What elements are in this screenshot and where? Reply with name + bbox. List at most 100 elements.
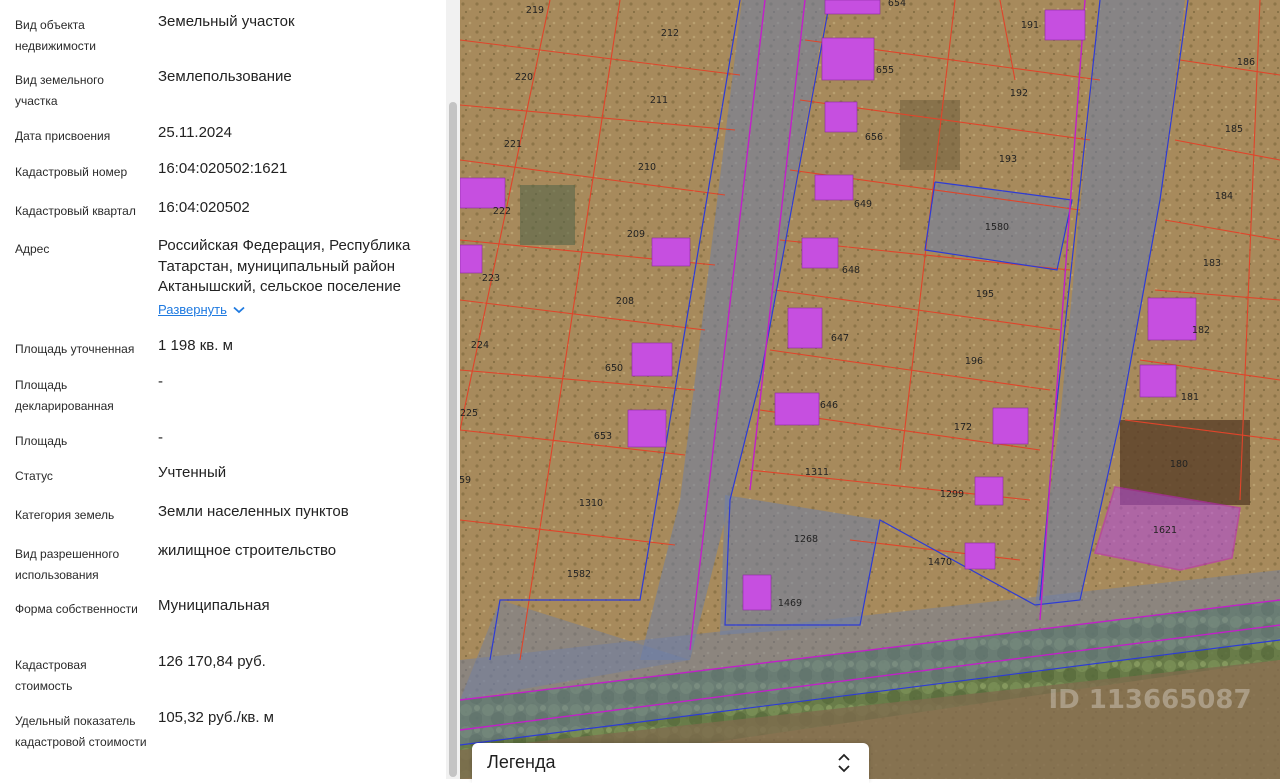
parcel-label[interactable]: 221 <box>504 139 522 150</box>
property-value: 1 198 кв. м <box>158 337 233 354</box>
parcel-label[interactable]: 209 <box>627 229 645 240</box>
parcel-label[interactable]: 183 <box>1203 258 1221 269</box>
property-value: - <box>158 373 163 390</box>
parcel-label[interactable]: 225 <box>460 408 478 419</box>
property-value: 105,32 руб./кв. м <box>158 709 274 726</box>
parcel-label[interactable]: 208 <box>616 296 634 307</box>
building <box>801 237 839 269</box>
parcel-label[interactable]: 59 <box>460 475 471 486</box>
parcel-label[interactable]: 196 <box>965 356 983 367</box>
parcel-label[interactable]: 654 <box>888 0 906 9</box>
parcel-label[interactable]: 184 <box>1215 191 1233 202</box>
parcel-label[interactable]: 192 <box>1010 88 1028 99</box>
parcel-label[interactable]: 182 <box>1192 325 1210 336</box>
building <box>1147 297 1197 341</box>
parcel-label[interactable]: 1469 <box>778 598 802 609</box>
parcel-label[interactable]: 210 <box>638 162 656 173</box>
building <box>821 37 875 81</box>
property-value: 25.11.2024 <box>158 124 232 141</box>
parcel-label[interactable]: 185 <box>1225 124 1243 135</box>
parcel-label[interactable]: 1268 <box>794 534 818 545</box>
property-value: 126 170,84 руб. <box>158 653 266 670</box>
map-legend[interactable]: Легенда <box>472 743 869 783</box>
expand-link-label: Развернуть <box>158 302 227 317</box>
parcel-label[interactable]: 1470 <box>928 557 952 568</box>
property-label: Категория земель <box>15 508 115 522</box>
parcel-label[interactable]: 191 <box>1021 20 1039 31</box>
property-label: Кадастровый номер <box>15 165 128 179</box>
legend-title: Легенда <box>487 752 556 772</box>
panel-scrollbar-thumb[interactable] <box>449 102 457 777</box>
property-value: - <box>158 429 163 446</box>
object-info-panel: Вид объекта недвижимости Земельный участ… <box>0 0 446 779</box>
parcel-label[interactable]: 1582 <box>567 569 591 580</box>
parcel-label[interactable]: 180 <box>1170 459 1188 470</box>
chevron-up-down-icon <box>838 753 850 773</box>
parcel-label[interactable]: 211 <box>650 95 668 106</box>
building <box>460 244 483 274</box>
legend-toggle-button[interactable] <box>835 752 853 774</box>
building <box>460 177 506 209</box>
parcel-label[interactable]: 181 <box>1181 392 1199 403</box>
property-value: Российская Федерация, Республика Татарст… <box>158 237 411 295</box>
building <box>631 342 673 377</box>
parcel-label[interactable]: 1311 <box>805 467 829 478</box>
parcel-label[interactable]: 195 <box>976 289 994 300</box>
property-label: Форма собственности <box>15 602 138 616</box>
parcel-label[interactable]: 172 <box>954 422 972 433</box>
address-expand-link[interactable]: Развернуть <box>158 302 245 317</box>
parcel-label[interactable]: 1621 <box>1153 525 1177 536</box>
parcel-label[interactable]: 1310 <box>579 498 603 509</box>
parcel-label[interactable]: 650 <box>605 363 623 374</box>
cadastral-map[interactable]: 219 212 654 191 186 220 655 192 211 185 … <box>460 0 1280 779</box>
property-label: Вид объекта недвижимости <box>15 18 96 53</box>
building <box>787 307 823 349</box>
map-watermark: ID 113665087 <box>1048 685 1251 715</box>
building <box>651 237 691 267</box>
parcel-label[interactable]: 656 <box>865 132 883 143</box>
vegetation-patch <box>520 185 575 245</box>
parcel-label[interactable]: 212 <box>661 28 679 39</box>
chevron-down-icon <box>233 306 245 313</box>
parcel-label[interactable]: 646 <box>820 400 838 411</box>
property-value: Землепользование <box>158 68 292 85</box>
property-label: Удельный показатель кадастровой стоимост… <box>15 714 147 749</box>
property-label: Вид земельного участка <box>15 73 104 108</box>
building <box>1139 364 1177 398</box>
parcel-label[interactable]: 648 <box>842 265 860 276</box>
building <box>824 0 881 15</box>
parcel-label[interactable]: 655 <box>876 65 894 76</box>
parcel-label[interactable]: 653 <box>594 431 612 442</box>
parcel-label[interactable]: 647 <box>831 333 849 344</box>
building <box>814 174 854 201</box>
property-value: Земельный участок <box>158 13 295 30</box>
parcel-label[interactable]: 1299 <box>940 489 964 500</box>
map-canvas[interactable]: 219 212 654 191 186 220 655 192 211 185 … <box>460 0 1280 779</box>
property-label: Площадь уточненная <box>15 342 135 356</box>
building <box>992 407 1029 445</box>
property-label: Дата присвоения <box>15 129 111 143</box>
building <box>774 392 820 426</box>
parcel-label[interactable]: 223 <box>482 273 500 284</box>
property-value[interactable]: 16:04:020502 <box>158 198 433 219</box>
building <box>627 409 667 448</box>
parcel-label[interactable]: 649 <box>854 199 872 210</box>
parcel-label[interactable]: 219 <box>526 5 544 16</box>
property-value[interactable]: 16:04:020502:1621 <box>158 159 433 180</box>
panel-scrollbar[interactable] <box>446 0 460 779</box>
parcel-label[interactable]: 1580 <box>985 222 1009 233</box>
property-value: Муниципальная <box>158 597 270 614</box>
parcel-label[interactable]: 193 <box>999 154 1017 165</box>
property-label: Кадастровая стоимость <box>15 658 87 693</box>
building <box>974 476 1004 506</box>
parcel-label[interactable]: 186 <box>1237 57 1255 68</box>
parcel-label[interactable]: 220 <box>515 72 533 83</box>
property-label: Площадь декларированная <box>15 378 114 413</box>
parcel-label[interactable]: 224 <box>471 340 489 351</box>
vegetation-patch <box>900 100 960 170</box>
parcel-label[interactable]: 222 <box>493 206 511 217</box>
property-label: Адрес <box>15 242 50 256</box>
property-label: Статус <box>15 469 53 483</box>
property-label: Вид разрешенного использования <box>15 547 120 582</box>
property-value: Учтенный <box>158 464 227 481</box>
